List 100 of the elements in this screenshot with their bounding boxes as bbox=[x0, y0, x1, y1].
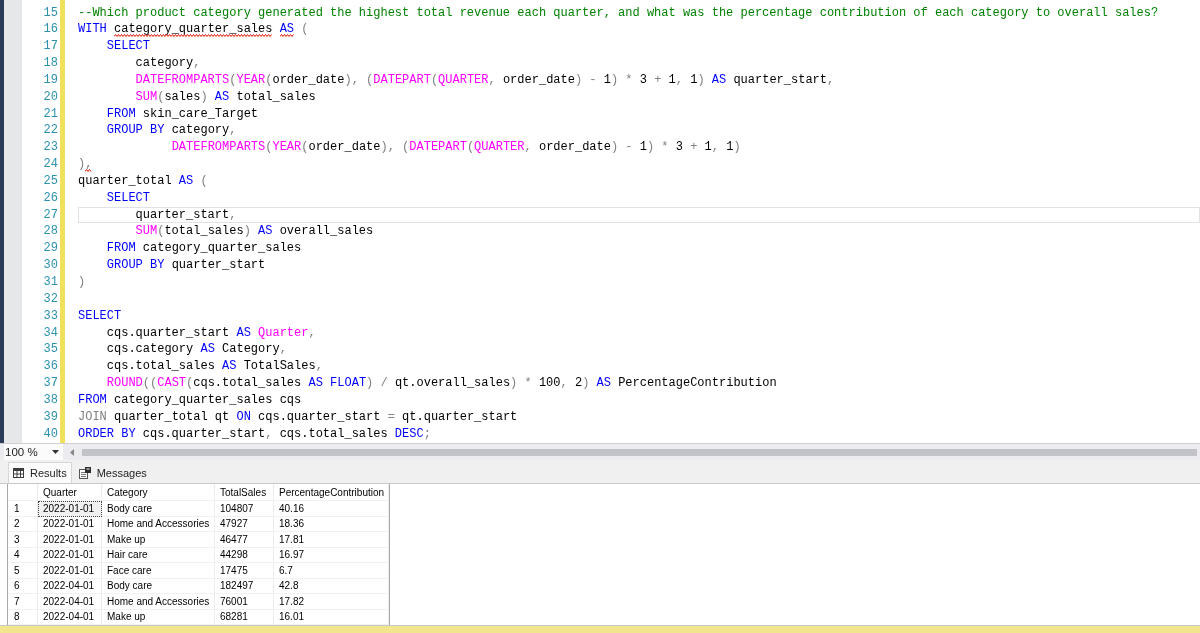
line-number: 26 bbox=[43, 189, 58, 207]
column-header: Category bbox=[102, 484, 215, 501]
triangle-left-icon bbox=[69, 448, 74, 456]
caret-icon bbox=[52, 450, 59, 454]
scrollbar-thumb[interactable] bbox=[82, 448, 1197, 456]
code-line: cqs.quarter_start AS Quarter, bbox=[106, 324, 316, 342]
line-number: 16 bbox=[43, 21, 58, 39]
code-line: FROM category_quarter_sales bbox=[106, 240, 302, 258]
table-cell: 16.01 bbox=[274, 609, 389, 625]
table-cell: 2022-04-01 bbox=[38, 578, 102, 594]
line-number: 27 bbox=[43, 206, 58, 224]
line-number: 25 bbox=[43, 172, 58, 190]
column-header: TotalSales bbox=[215, 484, 274, 501]
grid-icon bbox=[13, 468, 24, 478]
line-number: 32 bbox=[43, 290, 58, 308]
line-number: 35 bbox=[43, 341, 58, 359]
table-cell: Hair care bbox=[102, 547, 215, 563]
table-cell: Home and Accessories bbox=[102, 594, 215, 610]
code-line: DATEFROMPARTS(YEAR(order_date), (DATEPART(QUARTER, order_date) - 1) * 3 + 1, 1) AS quarter_start, bbox=[135, 71, 835, 89]
table-cell: 2022-01-01 bbox=[38, 547, 102, 563]
code-line: --Which product category generated the highest total revenue each quarter, and what was the percentage contribution of each category to overall sales? bbox=[78, 4, 1159, 22]
table-cell: 182497 bbox=[215, 578, 274, 594]
table-cell: 42.8 bbox=[274, 578, 389, 594]
line-number: 17 bbox=[43, 38, 58, 56]
row-number: 7 bbox=[8, 594, 38, 610]
line-number: 33 bbox=[43, 307, 58, 325]
line-number: 34 bbox=[43, 324, 58, 342]
line-number: 37 bbox=[43, 375, 58, 392]
code-line: ) bbox=[78, 274, 86, 291]
table-cell: 104807 bbox=[215, 501, 274, 517]
line-number: 39 bbox=[43, 408, 58, 426]
row-number: 6 bbox=[8, 578, 38, 594]
code-line: FROM skin_care_Target bbox=[106, 105, 259, 123]
code-line: SUM(sales) AS total_sales bbox=[135, 88, 316, 106]
table-cell: 17.82 bbox=[274, 594, 389, 610]
column-header: PercentageContribution bbox=[274, 484, 389, 501]
corner-header bbox=[8, 484, 38, 501]
line-number: 22 bbox=[43, 122, 58, 140]
row-number: 3 bbox=[8, 532, 38, 548]
code-line: GROUP BY quarter_start bbox=[106, 257, 266, 274]
table-cell: 44298 bbox=[215, 547, 274, 563]
table-cell: Make up bbox=[102, 532, 215, 548]
line-number: 28 bbox=[43, 223, 58, 241]
line-number: 40 bbox=[43, 425, 58, 443]
code-editor[interactable] bbox=[0, 0, 1200, 444]
table-cell: 2022-01-01 bbox=[38, 501, 102, 517]
table-cell: 2022-01-01 bbox=[38, 532, 102, 548]
table-cell: Home and Accessories bbox=[102, 516, 215, 532]
line-number: 20 bbox=[43, 88, 58, 106]
line-number: 18 bbox=[43, 55, 58, 72]
code-line: quarter_start, bbox=[135, 206, 237, 224]
table-cell: 6.7 bbox=[274, 563, 389, 579]
row-number: 8 bbox=[8, 609, 38, 625]
table-cell: 76001 bbox=[215, 594, 274, 610]
code-line: SELECT bbox=[78, 307, 122, 325]
table-cell: 47927 bbox=[215, 516, 274, 532]
zoom-dropdown[interactable]: 100 % bbox=[4, 444, 63, 460]
document-icon bbox=[78, 467, 91, 479]
line-number: 36 bbox=[43, 358, 58, 376]
line-number: 15 bbox=[43, 4, 58, 22]
row-number: 5 bbox=[8, 563, 38, 579]
code-line: DATEFROMPARTS(YEAR(order_date), (DATEPART(QUARTER, order_date) - 1) * 3 + 1, 1) bbox=[171, 139, 741, 157]
row-number: 2 bbox=[8, 516, 38, 532]
row-number: 4 bbox=[8, 547, 38, 563]
code-line: SUM(total_sales) AS overall_sales bbox=[135, 223, 374, 241]
line-number: 19 bbox=[43, 71, 58, 89]
code-line: category, bbox=[135, 55, 201, 72]
line-number: 24 bbox=[43, 156, 58, 173]
code-line: ORDER BY cqs.quarter_start, cqs.total_sales DESC; bbox=[78, 425, 431, 443]
code-line: quarter_total AS ( bbox=[78, 172, 208, 190]
line-number: 23 bbox=[43, 139, 58, 157]
table-cell: 2022-04-01 bbox=[38, 594, 102, 610]
table-cell: Face care bbox=[102, 563, 215, 579]
code-line: WITH category_quarter_sales AS ( bbox=[78, 21, 309, 39]
code-line: ), bbox=[78, 156, 93, 173]
code-line: SELECT bbox=[106, 38, 151, 56]
line-number: 38 bbox=[43, 391, 58, 409]
line-number: 31 bbox=[43, 274, 58, 291]
pane-tab[interactable]: Messages bbox=[73, 462, 152, 483]
table-cell: 46477 bbox=[215, 532, 274, 548]
table-cell: 40.16 bbox=[274, 501, 389, 517]
table-cell: Make up bbox=[102, 609, 215, 625]
table-cell: 18.36 bbox=[274, 516, 389, 532]
code-line: cqs.total_sales AS TotalSales, bbox=[106, 358, 323, 376]
code-line: SELECT bbox=[106, 189, 151, 207]
code-line: GROUP BY category, bbox=[106, 122, 237, 140]
pane-tab[interactable]: Results bbox=[8, 462, 72, 483]
table-cell: 17.81 bbox=[274, 532, 389, 548]
code-line: JOIN quarter_total qt ON cqs.quarter_start = qt.quarter_start bbox=[78, 408, 518, 426]
table-cell: 68281 bbox=[215, 609, 274, 625]
table-cell: Body care bbox=[102, 501, 215, 517]
line-number: 30 bbox=[43, 257, 58, 274]
code-line: ROUND((CAST(cqs.total_sales AS FLOAT) / qt.overall_sales) * 100, 2) AS PercentageContribution bbox=[106, 375, 777, 392]
table-cell: 2022-04-01 bbox=[38, 609, 102, 625]
table-cell: 2022-01-01 bbox=[38, 563, 102, 579]
table-cell: 2022-01-01 bbox=[38, 516, 102, 532]
code-line: FROM category_quarter_sales cqs bbox=[78, 391, 302, 409]
table-cell: 16.97 bbox=[274, 547, 389, 563]
code-line: cqs.category AS Category, bbox=[106, 341, 287, 359]
line-number: 29 bbox=[43, 240, 58, 258]
